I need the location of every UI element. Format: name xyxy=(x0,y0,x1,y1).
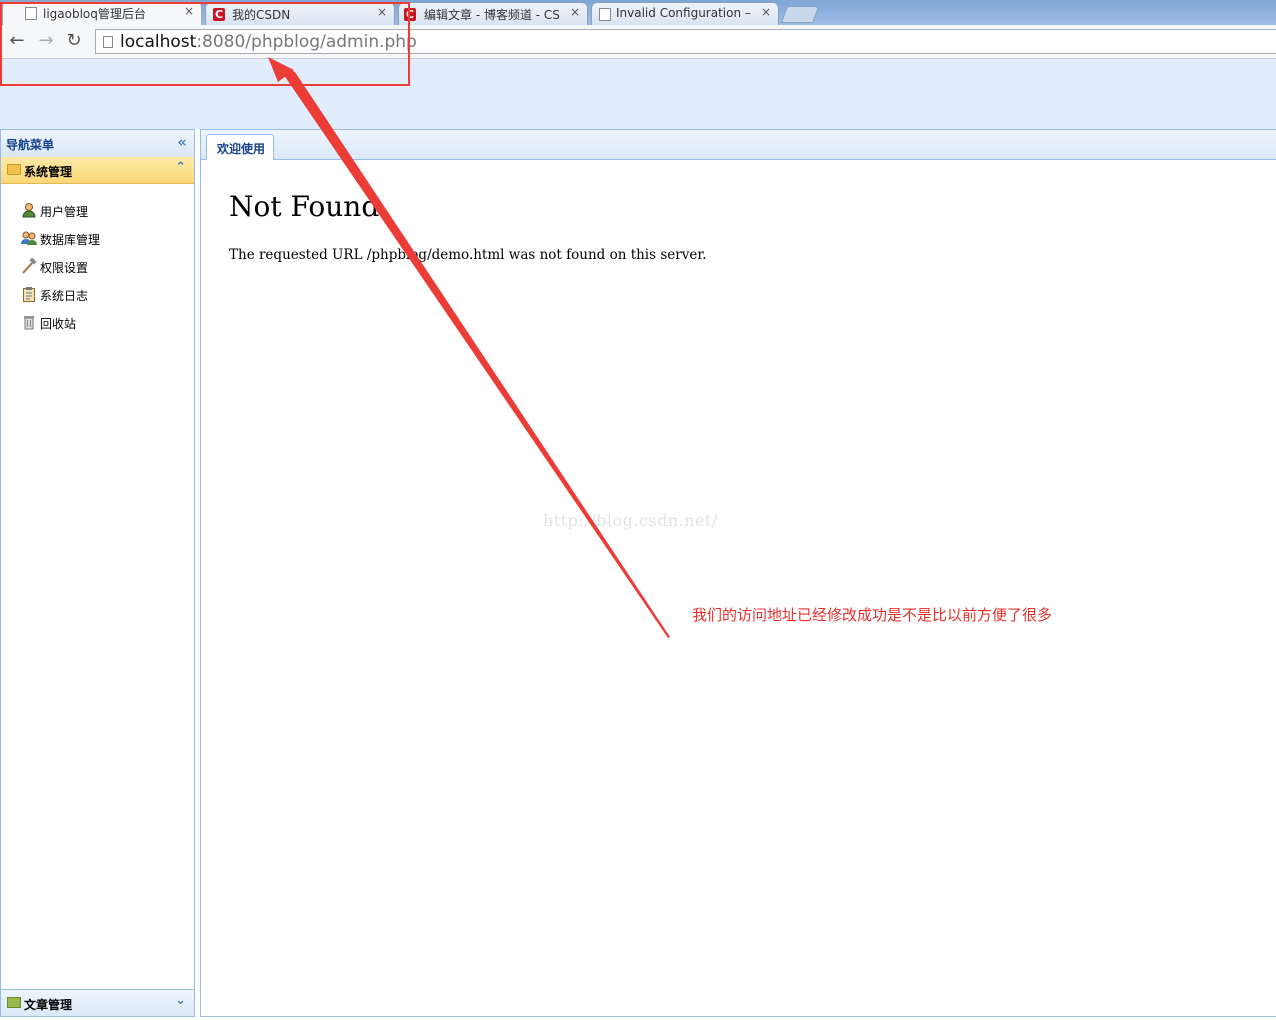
tab-title: ligaobloq管理后台 xyxy=(43,7,146,21)
nav-sidebar: 导航菜单 « 系统管理 ⌃ 用户管理 数据库管理 权限设置 系统日志 回收站 文… xyxy=(0,129,195,1017)
url-text[interactable]: localhost:8080/phpblog/admin.php xyxy=(120,32,417,52)
browser-toolbar: ← → ↻ localhost:8080/phpblog/admin.php xyxy=(0,25,1276,59)
chevron-down-icon[interactable]: ⌄ xyxy=(175,993,186,1008)
browser-tab-edit-article[interactable]: C 编辑文章 - 博客频道 - CS × xyxy=(398,2,588,25)
csdn-icon: C xyxy=(404,8,416,21)
url-host: localhost xyxy=(120,32,197,52)
tab-welcome[interactable]: 欢迎使用 xyxy=(206,134,274,160)
close-tab-icon[interactable]: × xyxy=(377,5,387,19)
tab-label: 欢迎使用 xyxy=(217,142,266,156)
browser-tab-csdn[interactable]: C 我的CSDN × xyxy=(205,2,395,25)
browser-tab-admin[interactable]: ligaobloq管理后台 × xyxy=(2,1,202,26)
forward-arrow-icon[interactable]: → xyxy=(36,31,56,51)
url-path: :8080/phpblog/admin.php xyxy=(196,32,417,52)
sidebar-item-label: 用户管理 xyxy=(40,205,89,219)
hammer-icon xyxy=(21,257,37,274)
error-message: The requested URL /phpblog/demo.html was… xyxy=(229,247,707,263)
collapse-double-chevron-icon[interactable]: « xyxy=(177,133,187,151)
sidebar-title-bar: 导航菜单 « xyxy=(1,130,194,158)
sidebar-title: 导航菜单 xyxy=(6,138,55,152)
book-icon xyxy=(7,997,21,1008)
csdn-icon: C xyxy=(213,8,225,21)
error-title: Not Found xyxy=(229,190,380,223)
page-icon xyxy=(103,36,113,48)
address-bar[interactable]: localhost:8080/phpblog/admin.php xyxy=(95,29,1276,54)
sidebar-item-label: 数据库管理 xyxy=(40,233,101,247)
tab-title: Invalid Configuration – xyxy=(616,6,751,20)
browser-tab-strip: ligaobloq管理后台 × C 我的CSDN × C 编辑文章 - 博客频道… xyxy=(0,0,1276,26)
annotation-text: 我们的访问地址已经修改成功是不是比以前方便了很多 xyxy=(692,606,1053,624)
page-icon xyxy=(25,7,37,20)
app-header xyxy=(0,59,1276,129)
back-arrow-icon[interactable]: ← xyxy=(7,31,27,51)
folder-icon xyxy=(7,164,21,175)
tab-title: 我的CSDN xyxy=(232,8,291,22)
accordion-article-management[interactable]: 文章管理 ⌄ xyxy=(1,989,194,1016)
sidebar-item-label: 回收站 xyxy=(40,317,77,331)
database-users-icon xyxy=(21,230,37,246)
close-tab-icon[interactable]: × xyxy=(761,5,771,19)
trash-icon xyxy=(21,314,37,330)
reload-icon[interactable]: ↻ xyxy=(64,31,84,51)
user-icon xyxy=(21,202,37,218)
tab-title: 编辑文章 - 博客频道 - CS xyxy=(424,8,560,22)
accordion-system-management[interactable]: 系统管理 ⌃ xyxy=(1,157,194,184)
page-icon xyxy=(599,8,611,21)
accordion-label: 文章管理 xyxy=(24,998,73,1012)
browser-tab-invalid-config[interactable]: Invalid Configuration – × xyxy=(591,2,779,25)
accordion-label: 系统管理 xyxy=(24,165,73,179)
chevron-up-icon[interactable]: ⌃ xyxy=(175,160,186,175)
sidebar-item-label: 权限设置 xyxy=(40,261,89,275)
close-tab-icon[interactable]: × xyxy=(184,4,194,18)
main-panel: 欢迎使用 Not Found The requested URL /phpblo… xyxy=(200,129,1276,1017)
new-tab-button[interactable] xyxy=(780,6,820,23)
clipboard-icon xyxy=(21,286,37,302)
sidebar-item-label: 系统日志 xyxy=(40,289,89,303)
watermark: http://blog.csdn.net/ xyxy=(543,511,718,530)
close-tab-icon[interactable]: × xyxy=(570,5,580,19)
main-tab-bar: 欢迎使用 xyxy=(201,130,1276,160)
